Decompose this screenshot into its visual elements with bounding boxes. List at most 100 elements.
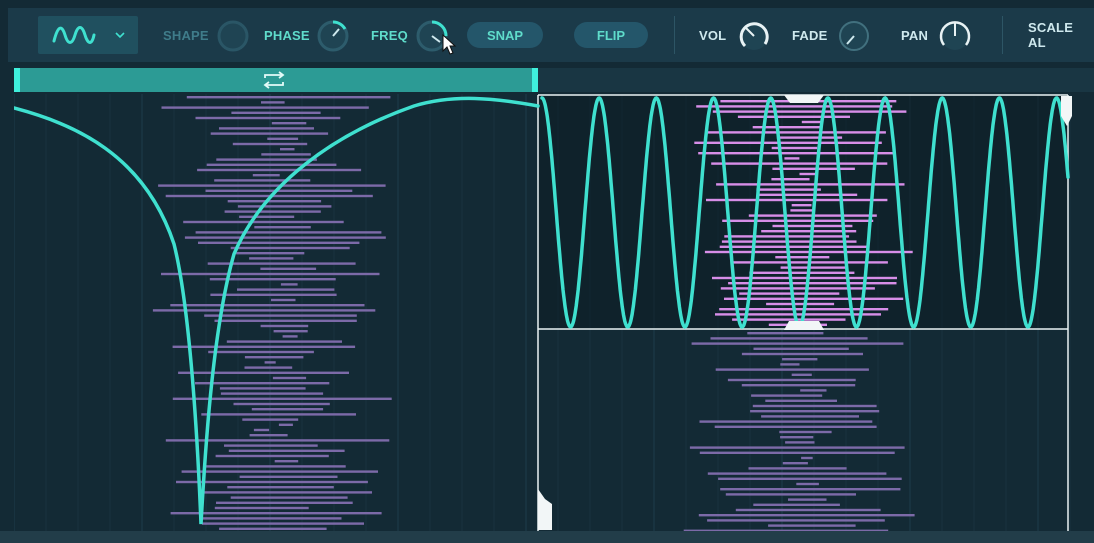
note-bar[interactable] [201, 491, 372, 494]
note-bar[interactable] [796, 482, 819, 486]
note-bar[interactable] [272, 376, 307, 380]
vol-knob[interactable] [738, 20, 770, 52]
fade-knob[interactable] [838, 20, 870, 52]
note-bar[interactable] [186, 96, 391, 99]
note-bar[interactable] [728, 282, 897, 285]
note-bar[interactable] [752, 404, 877, 408]
note-bar[interactable] [735, 508, 881, 512]
note-bar[interactable] [720, 287, 875, 290]
note-bar[interactable] [698, 152, 896, 155]
note-bar[interactable] [214, 319, 357, 322]
note-bar[interactable] [280, 283, 298, 286]
note-bar[interactable] [201, 413, 356, 416]
note-bar[interactable] [766, 302, 835, 306]
note-bar[interactable] [261, 153, 311, 156]
note-bar[interactable] [724, 297, 904, 300]
note-bar[interactable] [216, 501, 353, 504]
note-bar[interactable] [707, 519, 885, 522]
note-bar[interactable] [280, 148, 295, 151]
note-bar[interactable] [706, 131, 886, 134]
note-bar[interactable] [237, 205, 332, 208]
note-bar[interactable] [741, 384, 856, 387]
note-bar[interactable] [203, 465, 346, 468]
note-bar[interactable] [239, 215, 295, 218]
note-bar[interactable] [706, 198, 888, 202]
note-bar[interactable] [239, 475, 338, 478]
note-bar[interactable] [801, 120, 823, 124]
note-bar[interactable] [696, 105, 893, 108]
note-bar[interactable] [219, 527, 327, 530]
note-bar[interactable] [756, 188, 821, 191]
note-bar[interactable] [273, 330, 308, 333]
note-bar[interactable] [172, 345, 356, 348]
note-bar[interactable] [158, 184, 386, 187]
note-bar[interactable] [727, 378, 856, 382]
note-bar[interactable] [261, 101, 285, 104]
note-bar[interactable] [204, 314, 357, 317]
note-bar[interactable] [210, 293, 337, 296]
left-edge-handle[interactable] [538, 489, 552, 530]
pan-knob[interactable] [939, 20, 971, 52]
note-bar[interactable] [230, 246, 350, 250]
note-bar[interactable] [195, 382, 330, 385]
note-bar[interactable] [282, 335, 298, 338]
note-bar[interactable] [785, 441, 815, 444]
note-bar[interactable] [224, 210, 321, 213]
note-bar[interactable] [772, 167, 855, 170]
note-bar[interactable] [722, 219, 874, 222]
note-bar[interactable] [780, 436, 814, 439]
note-bar[interactable] [267, 137, 299, 140]
note-bar[interactable] [249, 257, 294, 260]
note-bar[interactable] [210, 132, 329, 135]
note-bar[interactable] [720, 488, 901, 491]
note-bar[interactable] [206, 163, 337, 166]
note-bar[interactable] [195, 231, 382, 234]
note-bar[interactable] [791, 373, 812, 376]
top-center-handle[interactable] [784, 95, 824, 103]
note-bar[interactable] [165, 439, 390, 442]
note-bar[interactable] [215, 454, 329, 458]
note-bar[interactable] [782, 462, 808, 465]
note-bar[interactable] [761, 415, 859, 418]
note-bar[interactable] [715, 313, 881, 316]
note-lanes[interactable] [14, 94, 1094, 534]
note-bar[interactable] [197, 168, 362, 172]
note-bar[interactable] [253, 428, 270, 432]
note-bar[interactable] [237, 288, 335, 291]
note-bar[interactable] [776, 136, 843, 139]
phase-knob[interactable] [317, 20, 349, 52]
note-bar[interactable] [170, 304, 365, 307]
note-bar[interactable] [721, 240, 857, 243]
note-bar[interactable] [753, 347, 849, 350]
note-bar[interactable] [219, 387, 306, 390]
note-bar[interactable] [216, 158, 317, 161]
note-bar[interactable] [725, 493, 856, 496]
note-bar[interactable] [712, 110, 907, 113]
note-bar[interactable] [198, 241, 360, 244]
shape-knob[interactable] [217, 20, 249, 52]
note-bar[interactable] [750, 410, 880, 413]
note-bar[interactable] [741, 352, 863, 356]
note-bar[interactable] [748, 467, 847, 470]
note-bar[interactable] [252, 174, 280, 177]
note-bar[interactable] [236, 252, 305, 255]
note-bar[interactable] [751, 394, 823, 397]
note-bar[interactable] [226, 340, 342, 343]
note-bar[interactable] [790, 209, 814, 212]
note-bar[interactable] [244, 366, 293, 369]
note-bar[interactable] [208, 350, 314, 354]
note-bar[interactable] [181, 470, 378, 473]
note-bar[interactable] [788, 498, 827, 501]
note-bar[interactable] [716, 183, 905, 186]
note-bar[interactable] [201, 522, 364, 525]
note-bar[interactable] [183, 220, 344, 224]
note-bar[interactable] [214, 179, 311, 182]
note-bar[interactable] [161, 106, 369, 109]
shape-selector[interactable] [38, 16, 138, 54]
note-bar[interactable] [747, 332, 824, 335]
note-bar[interactable] [749, 271, 855, 274]
note-bar[interactable] [771, 178, 810, 181]
note-bar[interactable] [260, 267, 317, 270]
note-bar[interactable] [707, 472, 887, 475]
note-bar[interactable] [791, 204, 812, 207]
